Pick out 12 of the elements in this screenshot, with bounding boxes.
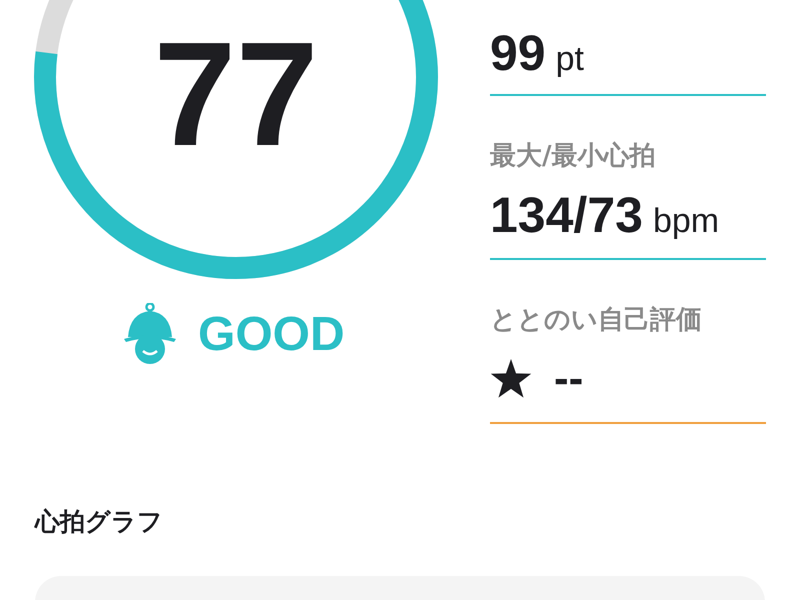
metric-unit: pt bbox=[556, 40, 584, 79]
metric-label: ととのい自己評価 bbox=[490, 304, 703, 336]
score-value: 77 bbox=[154, 25, 318, 165]
star-icon bbox=[490, 359, 532, 399]
metric-value: 134/73 bbox=[490, 186, 643, 244]
rating-value: -- bbox=[554, 354, 584, 404]
metric-unit: bpm bbox=[652, 202, 720, 241]
metric-value: 99 bbox=[490, 24, 546, 82]
metric-label: 最大/最小心拍 bbox=[490, 140, 656, 172]
mascot-icon bbox=[122, 303, 178, 367]
section-heading: 心拍グラフ bbox=[35, 506, 164, 538]
status-label: GOOD bbox=[198, 309, 345, 361]
